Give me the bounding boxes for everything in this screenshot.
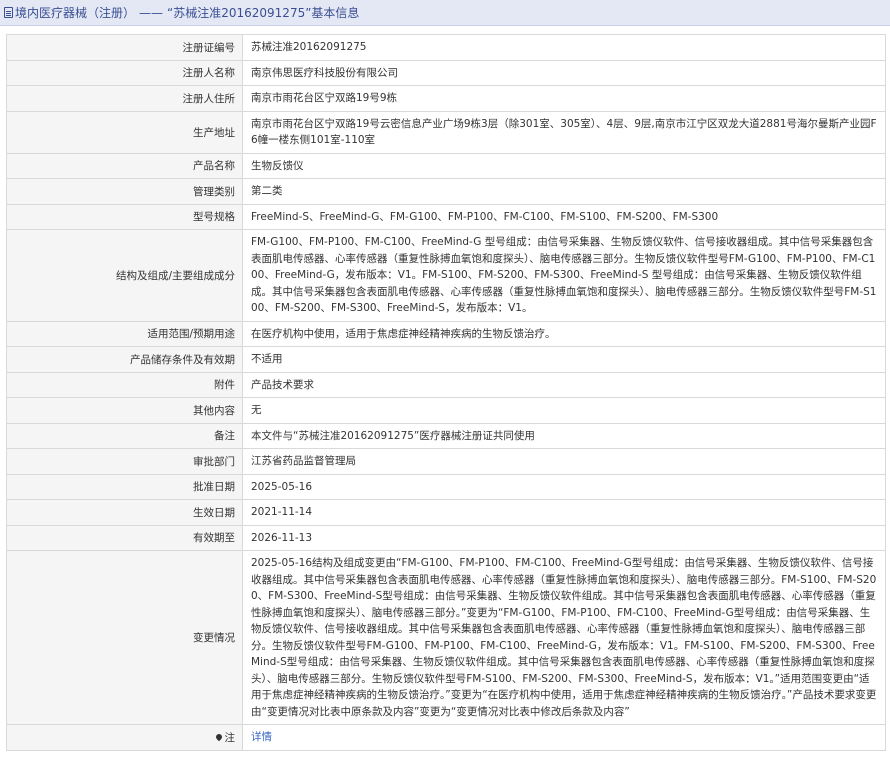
info-row: 管理类别 第二类: [6, 178, 886, 205]
note-label-cell: 注: [6, 724, 243, 751]
info-row: 其他内容无: [6, 397, 886, 424]
field-label: 生效日期: [6, 499, 243, 526]
info-row: 批准日期 2025-05-16: [6, 473, 886, 500]
field-label: 适用范围/预期用途: [6, 320, 243, 347]
info-row: 有效期至 2026-11-13: [6, 524, 886, 551]
details-link[interactable]: 详情: [251, 731, 272, 743]
field-label: 审批部门: [6, 448, 243, 475]
field-value: 南京市雨花台区宁双路19号9栋: [242, 85, 886, 112]
field-value: 南京伟思医疗科技股份有限公司: [242, 59, 886, 86]
info-row: 审批部门 江苏省药品监督管理局: [6, 448, 886, 475]
field-label: 批准日期: [6, 473, 243, 500]
info-row: 产品储存条件及有效期 不适用: [6, 346, 886, 373]
field-label: 注册人住所: [6, 85, 243, 112]
info-row: 型号规格 FreeMind-S、FreeMind-G、FM-G100、FM-P10…: [6, 203, 886, 230]
note-label: 注: [224, 731, 236, 744]
field-value: 2021-11-14: [242, 499, 886, 526]
page-title-bar: 境内医疗器械（注册） —— “苏械注准20162091275”基本信息: [0, 0, 890, 26]
info-row: 注册证编号 苏械注准20162091275: [6, 34, 886, 61]
registration-info-table: 注册证编号 苏械注准20162091275 注册人名称 南京伟思医疗科技股份有限公司注…: [6, 34, 886, 751]
field-label: 变更情况: [6, 550, 243, 725]
field-value: 无: [242, 397, 886, 424]
field-label: 生产地址: [6, 110, 243, 154]
title-separator: ——: [139, 5, 164, 20]
info-row: 适用范围/预期用途 在医疗机构中使用，适用于焦虑症神经精神疾病的生物反馈治疗。: [6, 320, 886, 347]
field-value: FreeMind-S、FreeMind-G、FM-G100、FM-P100、FM…: [242, 203, 886, 230]
field-value: 苏械注准20162091275: [242, 34, 886, 61]
field-value: 本文件与“苏械注准20162091275”医疗器械注册证共同使用: [242, 422, 886, 449]
info-row: 生产地址 南京市雨花台区宁双路19号云密信息产业广场9栋3层（除301室、305室…: [6, 110, 886, 154]
field-label: 结构及组成/主要组成成分: [6, 229, 243, 322]
info-row: 生效日期 2021-11-14: [6, 499, 886, 526]
info-row: 备注 本文件与“苏械注准20162091275”医疗器械注册证共同使用: [6, 422, 886, 449]
field-label: 产品名称: [6, 152, 243, 179]
field-value: 在医疗机构中使用，适用于焦虑症神经精神疾病的生物反馈治疗。: [242, 320, 886, 347]
field-label: 注册证编号: [6, 34, 243, 61]
field-label: 有效期至: [6, 524, 243, 551]
category-title: 境内医疗器械（注册）: [15, 6, 136, 20]
note-value-cell: 详情: [242, 724, 886, 751]
field-value: 第二类: [242, 178, 886, 205]
info-row: 产品名称 生物反馈仪: [6, 152, 886, 179]
info-row: 注册人名称 南京伟思医疗科技股份有限公司: [6, 59, 886, 86]
field-value: FM-G100、FM-P100、FM-C100、FreeMind-G 型号组成：…: [242, 229, 886, 322]
info-row: 结构及组成/主要组成成分 FM-G100、FM-P100、FM-C100、Free…: [6, 229, 886, 322]
info-row: 附件 产品技术要求: [6, 371, 886, 398]
field-label: 注册人名称: [6, 59, 243, 86]
field-value: 江苏省药品监督管理局: [242, 448, 886, 475]
field-value: 2025-05-16结构及组成变更由“FM-G100、FM-P100、FM-C1…: [242, 550, 886, 725]
info-row: 变更情况 2025-05-16结构及组成变更由“FM-G100、FM-P100、F…: [6, 550, 886, 725]
field-label: 管理类别: [6, 178, 243, 205]
field-value: 生物反馈仪: [242, 152, 886, 179]
field-label: 附件: [6, 371, 243, 398]
field-value: 2026-11-13: [242, 524, 886, 551]
field-value: 不适用: [242, 346, 886, 373]
pin-icon: [214, 732, 223, 741]
info-row: 注册人住所 南京市雨花台区宁双路19号9栋: [6, 85, 886, 112]
record-title: “苏械注准20162091275”基本信息: [167, 6, 360, 20]
field-value: 产品技术要求: [242, 371, 886, 398]
field-label: 其他内容: [6, 397, 243, 424]
note-row: 注 详情: [6, 724, 886, 751]
document-icon: [4, 7, 13, 18]
field-label: 产品储存条件及有效期: [6, 346, 243, 373]
field-value: 2025-05-16: [242, 473, 886, 500]
field-value: 南京市雨花台区宁双路19号云密信息产业广场9栋3层（除301室、305室）、4层…: [242, 110, 886, 154]
field-label: 型号规格: [6, 203, 243, 230]
field-label: 备注: [6, 422, 243, 449]
